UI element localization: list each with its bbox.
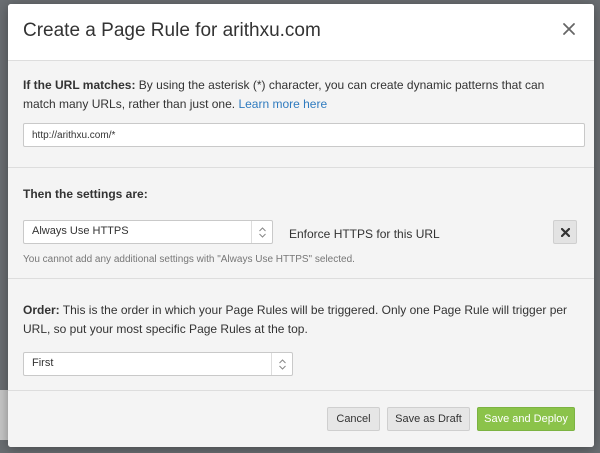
settings-title: Then the settings are: (23, 187, 148, 201)
select-arrows-icon (271, 353, 292, 375)
order-select[interactable]: First (23, 352, 293, 376)
select-arrows-icon (251, 221, 272, 243)
remove-setting-icon (560, 227, 570, 237)
order-description: Order: This is the order in which your P… (23, 301, 579, 339)
close-button[interactable] (558, 18, 580, 40)
order-section: Order: This is the order in which your P… (8, 279, 594, 391)
close-icon (563, 23, 575, 35)
url-match-description: If the URL matches: By using the asteris… (23, 76, 579, 114)
modal-title: Create a Page Rule for arithxu.com (23, 20, 321, 41)
learn-more-link[interactable]: Learn more here (238, 97, 327, 111)
settings-note: You cannot add any additional settings w… (23, 254, 355, 265)
order-label: Order: (23, 303, 60, 317)
save-and-deploy-button[interactable]: Save and Deploy (477, 407, 575, 431)
background-page-peek (0, 390, 8, 440)
url-pattern-input[interactable] (23, 123, 585, 147)
cancel-button[interactable]: Cancel (327, 407, 380, 431)
setting-select[interactable]: Always Use HTTPS (23, 220, 273, 244)
page-rule-modal: Create a Page Rule for arithxu.com If th… (8, 4, 594, 447)
save-as-draft-button[interactable]: Save as Draft (387, 407, 470, 431)
setting-select-value: Always Use HTTPS (32, 225, 129, 237)
modal-footer: Cancel Save as Draft Save and Deploy (8, 391, 594, 447)
order-select-value: First (32, 357, 54, 369)
remove-setting-button[interactable] (553, 220, 577, 244)
url-match-label: If the URL matches: (23, 78, 136, 92)
url-match-section: If the URL matches: By using the asteris… (8, 61, 594, 168)
setting-description: Enforce HTTPS for this URL (289, 227, 440, 241)
modal-header: Create a Page Rule for arithxu.com (8, 4, 594, 61)
order-text: This is the order in which your Page Rul… (23, 303, 568, 336)
settings-section: Then the settings are: Always Use HTTPS … (8, 168, 594, 279)
